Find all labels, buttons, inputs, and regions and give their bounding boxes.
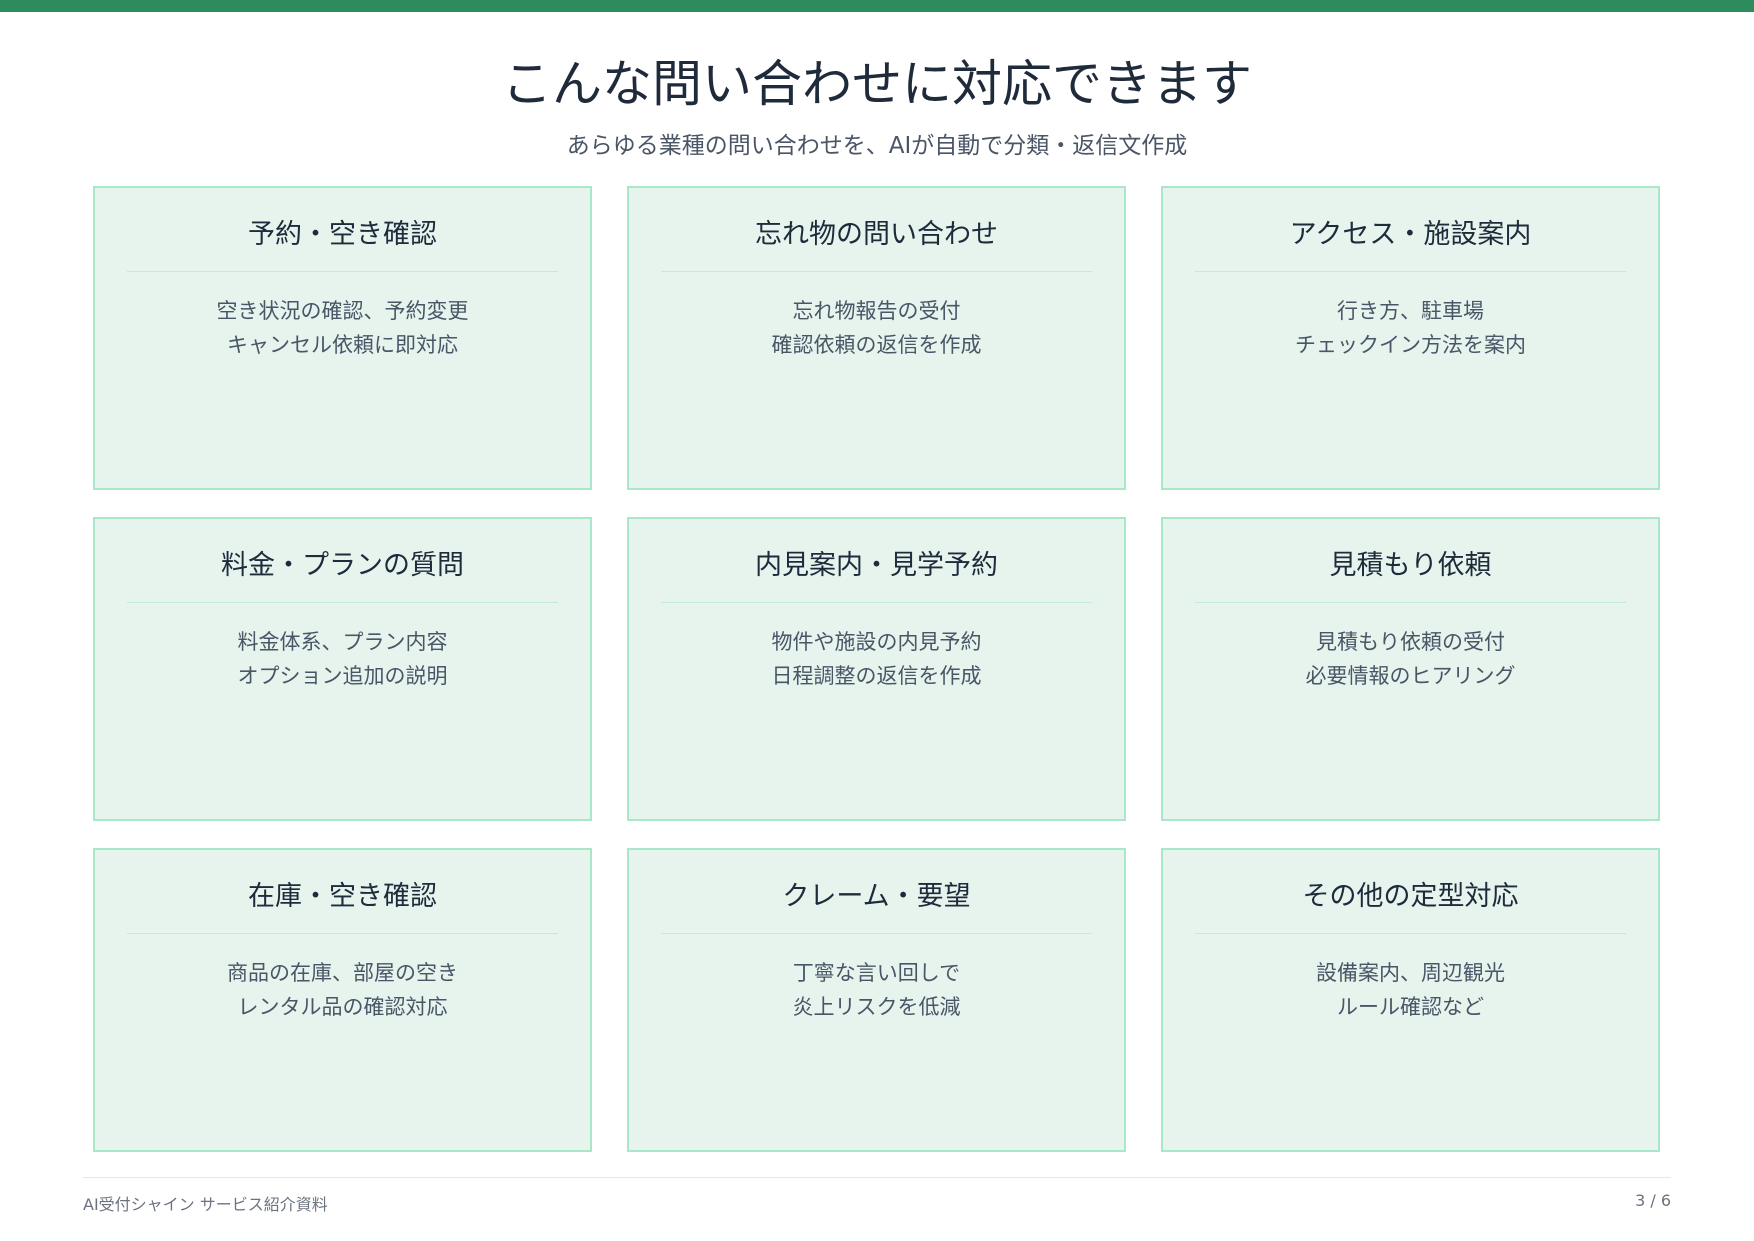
- card-title: 忘れ物の問い合わせ: [661, 216, 1092, 272]
- page-subtitle: あらゆる業種の問い合わせを、AIが自動で分類・返信文作成: [566, 133, 1188, 159]
- footer-document-name: AI受付シャイン サービス紹介資料: [83, 1195, 328, 1214]
- card-description: 丁寧な言い回しで 炎上リスクを低減: [661, 956, 1092, 1024]
- card-description-line: レンタル品の確認対応: [237, 995, 448, 1019]
- card-description: 行き方、駐車場 チェックイン方法を案内: [1195, 294, 1626, 362]
- card-description: 忘れ物報告の受付 確認依頼の返信を作成: [661, 294, 1092, 362]
- inquiry-type-grid: 予約・空き確認 空き状況の確認、予約変更 キャンセル依頼に即対応 忘れ物の問い合…: [93, 186, 1661, 1152]
- card-title: その他の定型対応: [1195, 878, 1626, 934]
- card-description: 設備案内、周辺観光 ルール確認など: [1195, 956, 1626, 1024]
- card-description-line: 日程調整の返信を作成: [771, 664, 982, 688]
- card-estimate: 見積もり依頼 見積もり依頼の受付 必要情報のヒアリング: [1161, 517, 1660, 821]
- card-description-line: 見積もり依頼の受付: [1316, 630, 1505, 654]
- card-description-line: ルール確認など: [1337, 995, 1484, 1019]
- card-description: 料金体系、プラン内容 オプション追加の説明: [127, 625, 558, 693]
- footer-page-number: 3 / 6: [1635, 1191, 1671, 1210]
- card-description-line: 丁寧な言い回しで: [792, 961, 961, 985]
- card-description-line: 炎上リスクを低減: [792, 995, 961, 1019]
- card-description-line: チェックイン方法を案内: [1295, 333, 1526, 357]
- card-access: アクセス・施設案内 行き方、駐車場 チェックイン方法を案内: [1161, 186, 1660, 490]
- card-description: 商品の在庫、部屋の空き レンタル品の確認対応: [127, 956, 558, 1024]
- card-description-line: 確認依頼の返信を作成: [771, 333, 982, 357]
- top-accent-bar: [0, 0, 1754, 12]
- card-title: アクセス・施設案内: [1195, 216, 1626, 272]
- card-description-line: 必要情報のヒアリング: [1305, 664, 1516, 688]
- card-title: 予約・空き確認: [127, 216, 558, 272]
- card-viewing: 内見案内・見学予約 物件や施設の内見予約 日程調整の返信を作成: [627, 517, 1126, 821]
- page-title: こんな問い合わせに対応できます: [502, 55, 1252, 113]
- card-description: 物件や施設の内見予約 日程調整の返信を作成: [661, 625, 1092, 693]
- card-description-line: 忘れ物報告の受付: [792, 299, 961, 323]
- card-description-line: 商品の在庫、部屋の空き: [227, 961, 458, 985]
- card-title: 在庫・空き確認: [127, 878, 558, 934]
- card-description-line: 物件や施設の内見予約: [771, 630, 982, 654]
- card-pricing: 料金・プランの質問 料金体系、プラン内容 オプション追加の説明: [93, 517, 592, 821]
- card-description-line: 空き状況の確認、予約変更: [216, 299, 469, 323]
- card-title: 内見案内・見学予約: [661, 547, 1092, 603]
- card-title: クレーム・要望: [661, 878, 1092, 934]
- card-description-line: 行き方、駐車場: [1337, 299, 1484, 323]
- card-stock: 在庫・空き確認 商品の在庫、部屋の空き レンタル品の確認対応: [93, 848, 592, 1152]
- card-description-line: オプション追加の説明: [237, 664, 448, 688]
- card-title: 見積もり依頼: [1195, 547, 1626, 603]
- card-description-line: 料金体系、プラン内容: [237, 630, 448, 654]
- card-description-line: キャンセル依頼に即対応: [227, 333, 458, 357]
- card-description: 空き状況の確認、予約変更 キャンセル依頼に即対応: [127, 294, 558, 362]
- card-description-line: 設備案内、周辺観光: [1316, 961, 1505, 985]
- card-complaints: クレーム・要望 丁寧な言い回しで 炎上リスクを低減: [627, 848, 1126, 1152]
- card-other: その他の定型対応 設備案内、周辺観光 ルール確認など: [1161, 848, 1660, 1152]
- card-description: 見積もり依頼の受付 必要情報のヒアリング: [1195, 625, 1626, 693]
- card-title: 料金・プランの質問: [127, 547, 558, 603]
- footer-divider: [83, 1177, 1671, 1178]
- card-lost-items: 忘れ物の問い合わせ 忘れ物報告の受付 確認依頼の返信を作成: [627, 186, 1126, 490]
- card-reservation: 予約・空き確認 空き状況の確認、予約変更 キャンセル依頼に即対応: [93, 186, 592, 490]
